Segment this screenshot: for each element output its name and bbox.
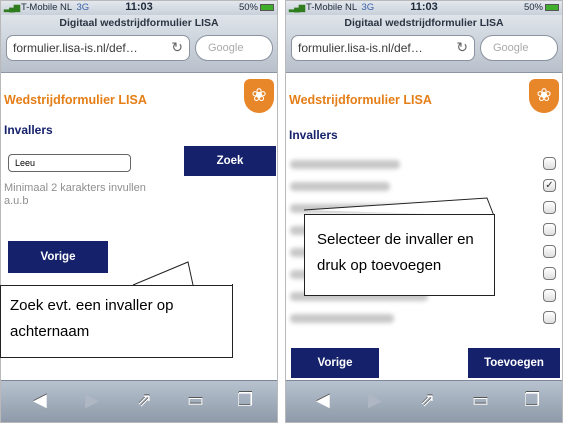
right-callout: Selecteer de invaller en druk op toevoeg…	[304, 214, 495, 296]
left-callout-pointer	[132, 197, 495, 286]
left-callout: Zoek evt. een invaller op achternaam	[0, 285, 233, 358]
